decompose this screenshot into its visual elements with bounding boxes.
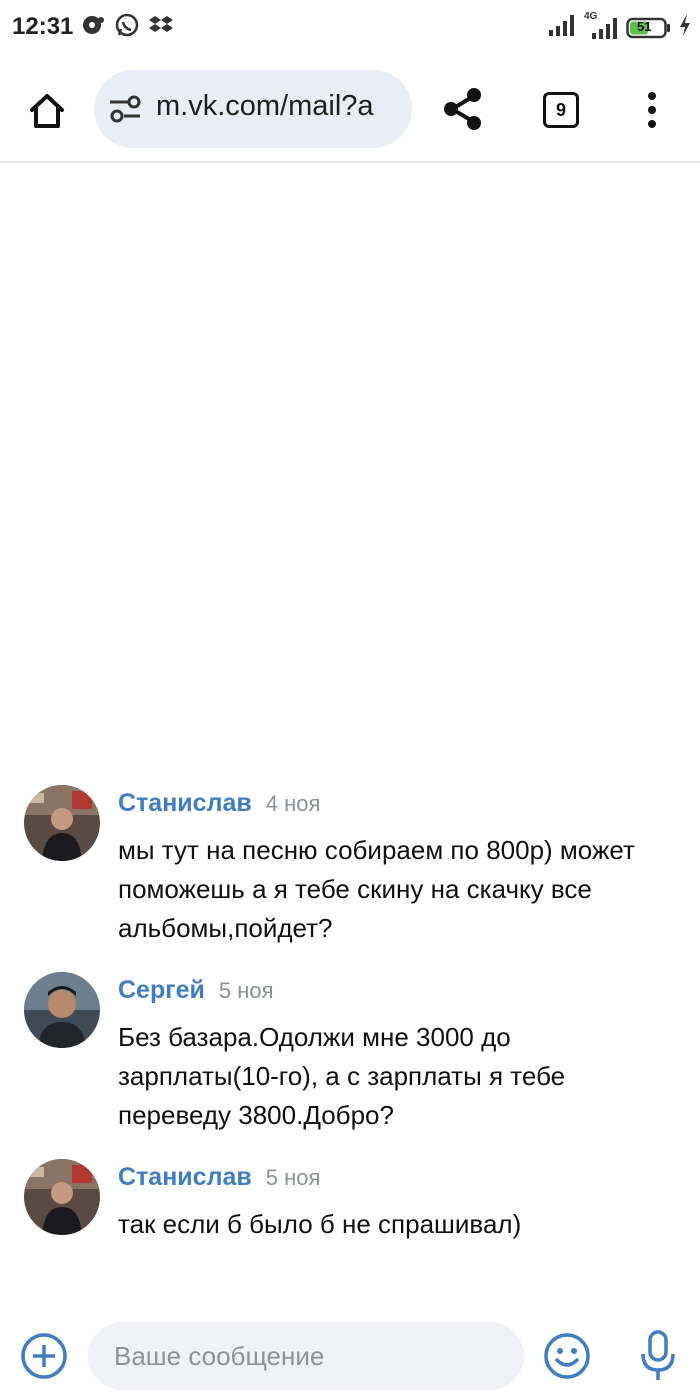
signal-icon [548,12,578,43]
message-header: Станислав 4 ноя [118,789,320,818]
message-header: Сергей 5 ноя [118,976,274,1005]
avatar[interactable] [24,1159,100,1235]
media-icon [80,12,106,43]
battery-level: 51 [637,18,652,34]
message-date: 5 ноя [265,1165,321,1190]
message-header: Станислав 5 ноя [118,1163,320,1192]
tab-count: 9 [555,100,566,120]
author-name[interactable]: Станислав [118,789,252,817]
whatsapp-icon [114,12,140,43]
battery-icon: 51 [626,16,672,40]
home-icon[interactable] [22,86,72,136]
browser-toolbar: m.vk.com/mail?a 9 [0,56,700,162]
message-date: 5 ноя [218,978,274,1003]
avatar[interactable] [24,972,100,1048]
message-text: Без базара.Одолжи мне 3000 до зарплаты(1… [118,1022,566,1130]
toolbar-divider [0,161,700,163]
status-time: 12:31 [12,13,74,40]
signal-4g-icon: 4G [584,11,620,41]
more-menu-icon[interactable] [640,90,664,135]
url-text[interactable]: m.vk.com/mail?a [156,90,396,123]
tabs-icon[interactable]: 9 [543,92,579,128]
add-icon[interactable] [20,1332,68,1385]
message-text: так если б было б не спрашивал) [118,1209,522,1239]
message-date: 4 ноя [265,791,321,816]
dropbox-icon [148,12,174,43]
message-input[interactable] [88,1322,524,1390]
author-name[interactable]: Сергей [118,976,205,1004]
avatar[interactable] [24,785,100,861]
message-composer [0,1320,700,1400]
charging-icon [678,13,692,42]
emoji-icon[interactable] [543,1332,591,1385]
site-settings-icon[interactable] [108,94,142,129]
status-bar: 12:31 4G 51 [0,0,700,56]
author-name[interactable]: Станислав [118,1163,252,1191]
share-icon[interactable] [442,86,484,137]
message-text: мы тут на песню собираем по 800р) может … [118,835,635,943]
microphone-icon[interactable] [640,1330,676,1387]
url-bar[interactable]: m.vk.com/mail?a [94,70,412,148]
